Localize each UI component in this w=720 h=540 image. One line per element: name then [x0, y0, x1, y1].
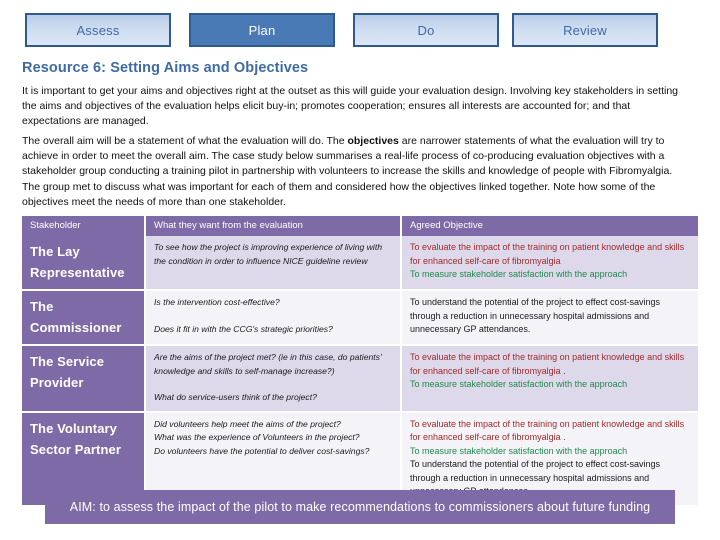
- stakeholder-objectives-table: Stakeholder What they want from the eval…: [22, 216, 698, 508]
- aim-banner: AIM: to assess the impact of the pilot t…: [45, 490, 675, 524]
- intro-paragraph: It is important to get your aims and obj…: [22, 85, 679, 128]
- cell-agreed-objective: To evaluate the impact of the training o…: [402, 236, 698, 291]
- tab-do[interactable]: Do: [353, 13, 499, 47]
- want-line: What was the experience of Volunteers in…: [154, 432, 360, 442]
- want-spacer: [154, 378, 392, 391]
- cell-agreed-objective: To evaluate the impact of the training o…: [402, 346, 698, 413]
- objective-line: To understand the potential of the proje…: [410, 297, 660, 335]
- tab-review-label: Review: [563, 22, 607, 38]
- objective-line: To measure stakeholder satisfaction with…: [410, 379, 628, 390]
- table-row: The Commissioner Is the intervention cost…: [22, 291, 698, 346]
- want-line: Does it fit in with the CCG's strategic …: [154, 323, 333, 334]
- want-line: Are the aims of the project met? (ie in …: [154, 352, 382, 376]
- column-header-agreed-objective: Agreed Objective: [402, 216, 698, 236]
- process-tab-strip: Assess Plan Do Review: [0, 0, 720, 58]
- page-title: Resource 6: Setting Aims and Objectives: [22, 60, 309, 76]
- objective-line: To evaluate the impact of the training o…: [410, 418, 685, 443]
- cell-agreed-objective: To understand the potential of the proje…: [402, 291, 698, 346]
- want-spacer: [154, 310, 392, 323]
- paragraph-2-lead: The overall aim will be a statement of w…: [22, 135, 348, 147]
- objectives-emphasis: objectives: [347, 135, 399, 147]
- table-header-row: Stakeholder What they want from the eval…: [22, 216, 698, 236]
- want-line: To see how the project is improving expe…: [154, 242, 383, 266]
- cell-stakeholder: The Lay Representative: [22, 236, 146, 291]
- objective-line: To measure stakeholder satisfaction with…: [410, 445, 628, 456]
- table-row: The Service Provider Are the aims of the …: [22, 346, 698, 413]
- tab-assess[interactable]: Assess: [25, 13, 171, 47]
- tab-assess-label: Assess: [76, 22, 120, 38]
- cell-what-they-want: Are the aims of the project met? (ie in …: [146, 346, 402, 413]
- objective-line: To measure stakeholder satisfaction with…: [410, 269, 628, 280]
- tab-review[interactable]: Review: [512, 13, 658, 47]
- aim-banner-text: AIM: to assess the impact of the pilot t…: [69, 500, 651, 514]
- tab-do-label: Do: [417, 22, 435, 38]
- want-line: Did volunteers help meet the aims of the…: [154, 418, 341, 429]
- cell-what-they-want: To see how the project is improving expe…: [146, 236, 402, 291]
- objective-line: To evaluate the impact of the training o…: [410, 242, 685, 266]
- table-row: The Lay Representative To see how the pro…: [22, 236, 698, 291]
- column-header-stakeholder: Stakeholder: [22, 216, 146, 236]
- want-line: What do service-users think of the proje…: [154, 392, 317, 402]
- cell-stakeholder: The Commissioner: [22, 291, 146, 346]
- cell-what-they-want: Is the intervention cost-effective? Does …: [146, 291, 402, 346]
- cell-stakeholder: The Service Provider: [22, 346, 146, 413]
- tab-plan[interactable]: Plan: [189, 13, 335, 47]
- want-line: Do volunteers have the potential to deli…: [154, 445, 370, 456]
- aims-objectives-paragraph: The overall aim will be a statement of w…: [22, 134, 687, 210]
- tab-plan-label: Plan: [248, 22, 276, 38]
- objective-line: To evaluate the impact of the training o…: [410, 352, 685, 376]
- column-header-what-they-want: What they want from the evaluation: [146, 216, 402, 236]
- want-line: Is the intervention cost-effective?: [154, 297, 280, 307]
